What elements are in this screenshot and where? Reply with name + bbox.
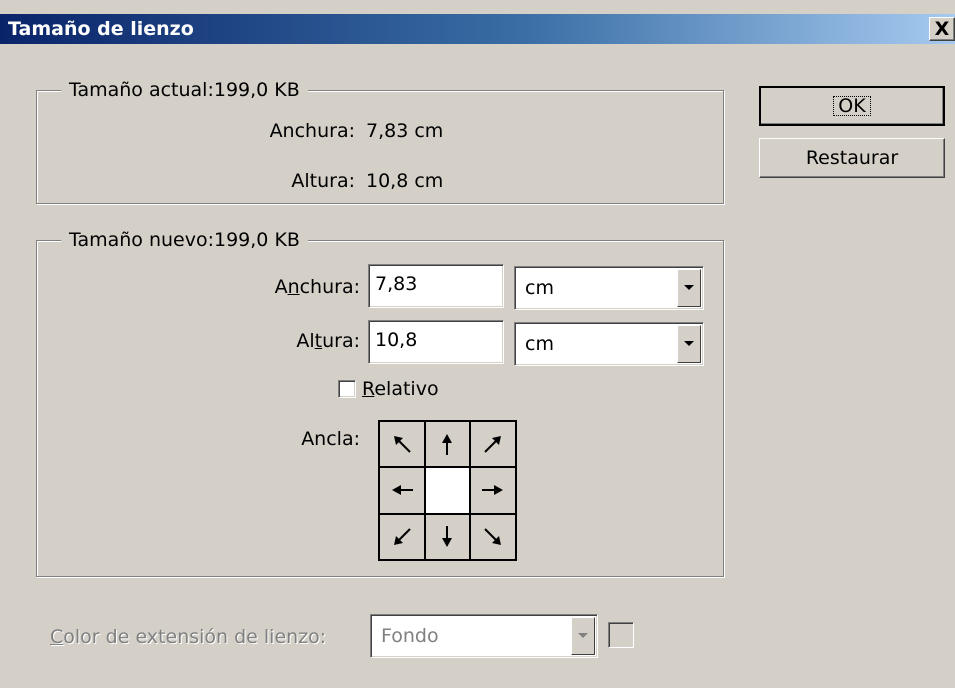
close-icon: X bbox=[934, 17, 950, 40]
current-height-label: Altura: bbox=[291, 170, 355, 192]
new-height-input[interactable]: 10,8 bbox=[368, 320, 504, 364]
extension-color-label: Color de extensión de lienzo: bbox=[50, 626, 327, 648]
anchor-label: Ancla: bbox=[301, 428, 360, 450]
close-button[interactable]: X bbox=[929, 17, 955, 41]
reset-button-label: Restaurar bbox=[805, 147, 899, 169]
new-width-unit-value: cm bbox=[525, 277, 554, 299]
anchor-grid bbox=[378, 420, 517, 561]
new-width-label: Anchura: bbox=[274, 276, 360, 298]
ok-button-label: OK bbox=[833, 96, 871, 116]
title-bar[interactable]: Tamaño de lienzo bbox=[0, 14, 955, 44]
relative-checkbox[interactable] bbox=[338, 380, 356, 398]
arrow-ne-icon[interactable] bbox=[470, 421, 516, 468]
chevron-down-icon[interactable] bbox=[571, 617, 595, 655]
extension-color-swatch[interactable] bbox=[608, 622, 634, 648]
arrow-se-icon[interactable] bbox=[470, 513, 516, 560]
arrow-w-icon[interactable] bbox=[379, 467, 425, 514]
chevron-down-icon[interactable] bbox=[677, 325, 701, 363]
new-height-label: Altura: bbox=[296, 330, 360, 352]
chevron-down-icon[interactable] bbox=[677, 269, 701, 307]
arrow-s-icon[interactable] bbox=[424, 513, 471, 560]
relative-label[interactable]: Relativo bbox=[362, 378, 439, 400]
arrow-e-icon[interactable] bbox=[470, 467, 516, 514]
new-width-value: 7,83 bbox=[375, 273, 418, 295]
extension-color-select[interactable]: Fondo bbox=[370, 614, 598, 658]
anchor-center[interactable] bbox=[424, 467, 471, 514]
new-width-unit-select[interactable]: cm bbox=[514, 266, 704, 310]
ok-button[interactable]: OK bbox=[759, 86, 945, 126]
current-width-label: Anchura: bbox=[269, 120, 355, 142]
new-width-input[interactable]: 7,83 bbox=[368, 264, 504, 308]
reset-button[interactable]: Restaurar bbox=[759, 138, 945, 178]
window-title: Tamaño de lienzo bbox=[8, 18, 194, 40]
arrow-n-icon[interactable] bbox=[424, 421, 471, 468]
new-height-unit-value: cm bbox=[525, 333, 554, 355]
window-top-edge bbox=[0, 0, 955, 14]
extension-color-value: Fondo bbox=[381, 625, 439, 647]
new-height-value: 10,8 bbox=[375, 329, 418, 351]
arrow-sw-icon[interactable] bbox=[379, 513, 425, 560]
new-size-legend: Tamaño nuevo:199,0 KB bbox=[61, 229, 308, 251]
current-size-legend: Tamaño actual:199,0 KB bbox=[61, 79, 308, 101]
current-height-value: 10,8 cm bbox=[366, 170, 444, 192]
new-height-unit-select[interactable]: cm bbox=[514, 322, 704, 366]
arrow-nw-icon[interactable] bbox=[379, 421, 425, 468]
current-width-value: 7,83 cm bbox=[366, 120, 444, 142]
